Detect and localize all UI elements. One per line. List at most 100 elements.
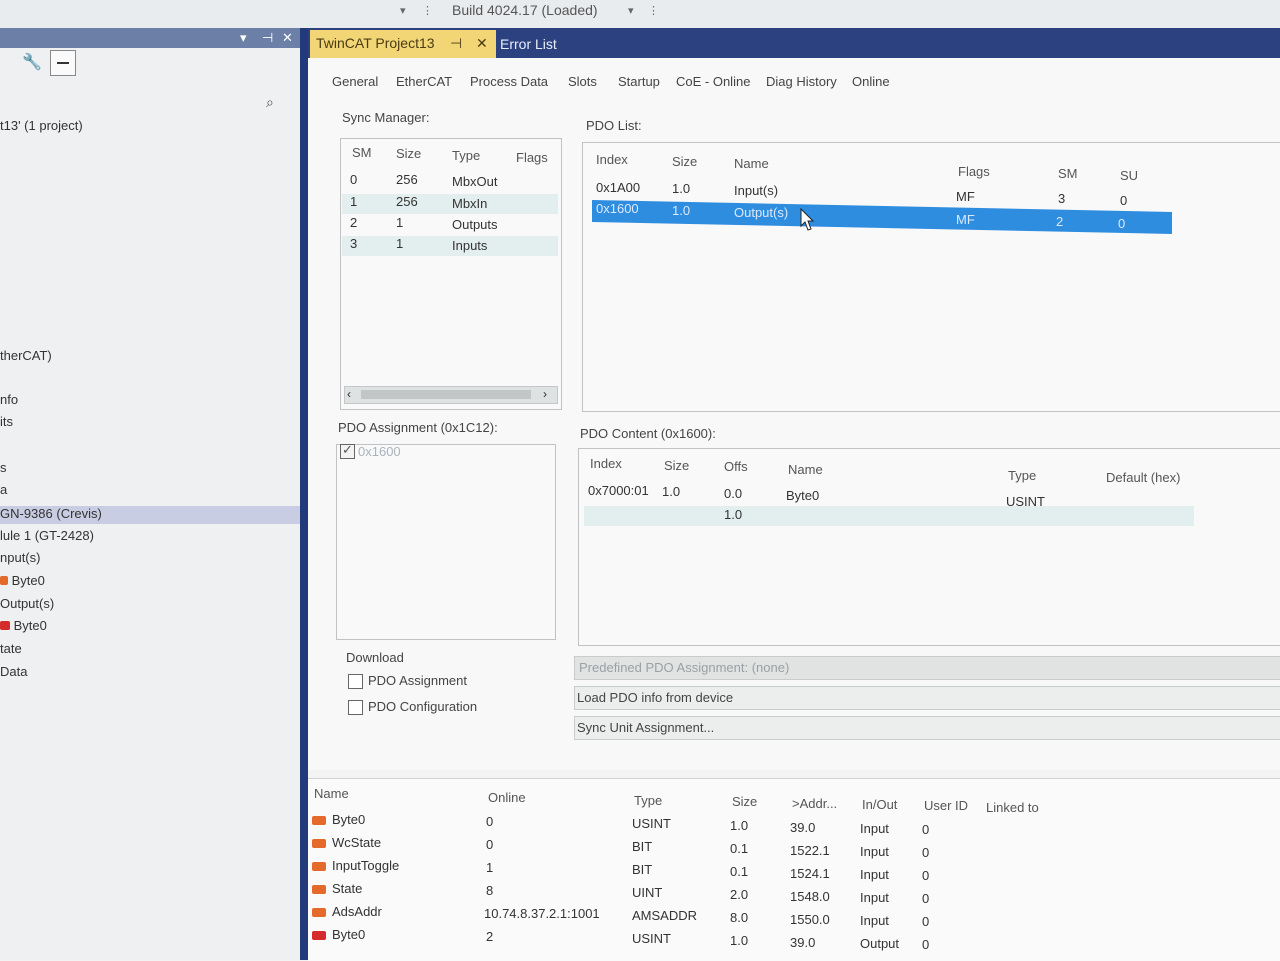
tree-item-data[interactable]: Data: [0, 664, 27, 679]
tab-online[interactable]: Online: [852, 74, 890, 89]
content-header-default[interactable]: Default (hex): [1106, 470, 1180, 485]
input-variable-icon: [312, 862, 326, 871]
sm-horizontal-scrollbar[interactable]: ‹ ›: [344, 386, 558, 404]
scroll-right-icon[interactable]: ›: [543, 387, 547, 401]
wrench-icon[interactable]: 🔧: [22, 52, 44, 72]
table-row[interactable]: 0x1A00 1.0 Input(s) MF 3 0: [590, 178, 1174, 208]
sm-header-size[interactable]: Size: [396, 146, 421, 161]
var-header-type[interactable]: Type: [634, 793, 662, 808]
table-cell: USINT: [632, 931, 671, 946]
table-cell: UINT: [632, 885, 663, 900]
content-header-name[interactable]: Name: [788, 462, 823, 477]
sm-header-sm[interactable]: SM: [352, 145, 372, 160]
table-cell: WcState: [332, 835, 382, 850]
tab-ethercat[interactable]: EtherCAT: [396, 74, 452, 89]
dropdown-arrow-icon[interactable]: ▾: [400, 4, 406, 17]
table-cell: 0: [1118, 216, 1126, 231]
table-row[interactable]: AdsAddr 10.74.8.37.2.1:1001 AMSADDR 8.0 …: [310, 904, 970, 929]
tab-close-icon[interactable]: ✕: [476, 35, 488, 52]
pane-splitter[interactable]: [300, 28, 308, 960]
content-header-size[interactable]: Size: [664, 458, 689, 473]
var-header-name[interactable]: Name: [314, 786, 349, 801]
tab-slots[interactable]: Slots: [568, 74, 597, 89]
pdo-assignment-list[interactable]: [336, 444, 556, 640]
var-header-linked[interactable]: Linked to: [986, 800, 1039, 815]
tab-diag-history[interactable]: Diag History: [766, 74, 837, 89]
var-header-size[interactable]: Size: [732, 794, 757, 809]
tree-item-state[interactable]: tate: [0, 641, 22, 656]
table-cell: MbxOut: [452, 174, 498, 189]
sync-unit-assignment-button[interactable]: Sync Unit Assignment...: [574, 716, 1280, 740]
scroll-left-icon[interactable]: ‹: [347, 387, 351, 401]
var-header-online[interactable]: Online: [488, 790, 526, 805]
table-row[interactable]: Byte0 2 USINT 1.0 39.0 Output 0: [310, 927, 970, 952]
table-cell: InputToggle: [332, 858, 400, 873]
checkbox-checked[interactable]: ✓: [340, 442, 355, 459]
tab-coe-online[interactable]: CoE - Online: [676, 74, 750, 89]
table-cell: 0: [350, 172, 358, 187]
tree-item-s[interactable]: s: [0, 460, 7, 475]
build-selector[interactable]: Build 4024.17 (Loaded): [452, 2, 598, 18]
load-pdo-info-button[interactable]: Load PDO info from device: [574, 686, 1280, 710]
tree-item-output-byte[interactable]: Byte0: [0, 618, 47, 633]
tab-startup[interactable]: Startup: [618, 74, 660, 89]
tree-item-ethercat[interactable]: therCAT): [0, 348, 52, 363]
tree-item-outputs[interactable]: Output(s): [0, 596, 54, 611]
pdo-header-flags[interactable]: Flags: [958, 164, 990, 179]
toolbar-overflow-icon[interactable]: ⋮: [648, 4, 659, 17]
var-header-addr[interactable]: >Addr...: [792, 796, 837, 811]
tree-item-its[interactable]: its: [0, 414, 13, 429]
table-cell: 0x1A00: [596, 180, 641, 195]
table-row[interactable]: State 8 UINT 2.0 1548.0 Input 0: [310, 881, 970, 906]
table-cell: 1.0: [672, 203, 691, 218]
table-cell: 0x1600: [596, 201, 639, 216]
tree-item-module[interactable]: lule 1 (GT-2428): [0, 528, 94, 543]
table-row-highlight: [342, 236, 558, 256]
tree-item-output-byte-label: Byte0: [13, 618, 47, 633]
sm-header-type[interactable]: Type: [452, 148, 480, 163]
tab-twincat-project[interactable]: TwinCAT Project13 ⊣ ✕: [310, 30, 496, 58]
sm-header-flags[interactable]: Flags: [516, 150, 548, 165]
tree-item-info[interactable]: nfo: [0, 392, 18, 407]
tree-item-input-byte[interactable]: Byte0: [0, 573, 45, 588]
pdo-content-title: PDO Content (0x1600):: [580, 426, 716, 441]
search-icon[interactable]: ⌕: [266, 94, 274, 111]
table-cell: 1.0: [662, 484, 681, 499]
tree-item-a[interactable]: a: [0, 482, 7, 497]
table-cell: Input: [860, 913, 889, 928]
tab-error-list[interactable]: Error List: [500, 36, 557, 52]
pdo-header-index[interactable]: Index: [596, 152, 628, 167]
solution-label[interactable]: t13' (1 project): [0, 118, 83, 133]
tab-general[interactable]: General: [332, 74, 378, 89]
content-header-index[interactable]: Index: [590, 456, 622, 471]
table-row[interactable]: 1.0: [584, 506, 1194, 526]
var-header-userid[interactable]: User ID: [924, 798, 968, 813]
table-cell: Byte0: [332, 927, 366, 942]
checkbox[interactable]: [348, 674, 363, 689]
predefined-pdo-assignment-dropdown[interactable]: Predefined PDO Assignment: (none): [574, 656, 1280, 680]
close-pane-icon[interactable]: ✕: [282, 30, 293, 46]
table-row[interactable]: InputToggle 1 BIT 0.1 1524.1 Input 0: [310, 858, 970, 883]
table-cell: MF: [956, 212, 975, 227]
var-header-inout[interactable]: In/Out: [862, 797, 897, 812]
tree-item-inputs[interactable]: nput(s): [0, 550, 40, 565]
pane-menu-icon[interactable]: ▾: [240, 30, 247, 46]
build-dropdown-icon[interactable]: ▾: [628, 4, 634, 17]
pin-icon[interactable]: ⊣: [262, 30, 273, 46]
content-header-type[interactable]: Type: [1008, 468, 1036, 483]
table-cell: Outputs: [452, 217, 498, 232]
table-row[interactable]: Byte0 0 USINT 1.0 39.0 Input 0: [310, 812, 970, 837]
mouse-cursor-icon: [800, 208, 814, 231]
tree-item-device[interactable]: GN-9386 (Crevis): [0, 506, 300, 524]
table-cell: 8.0: [730, 910, 749, 925]
tab-process-data[interactable]: Process Data: [470, 74, 548, 89]
solution-explorer: ▾ ⊣ ✕ 🔧 ⌕ t13' (1 project) therCAT) nfo …: [0, 28, 300, 960]
content-header-offs[interactable]: Offs: [724, 459, 748, 474]
checkbox[interactable]: [348, 700, 363, 715]
pdo-header-name[interactable]: Name: [734, 156, 769, 171]
pdo-header-size[interactable]: Size: [672, 154, 697, 169]
table-row[interactable]: WcState 0 BIT 0.1 1522.1 Input 0: [310, 835, 970, 860]
tab-pin-icon[interactable]: ⊣: [450, 35, 462, 52]
scrollbar-thumb[interactable]: [361, 390, 531, 399]
collapse-button[interactable]: [50, 50, 76, 76]
